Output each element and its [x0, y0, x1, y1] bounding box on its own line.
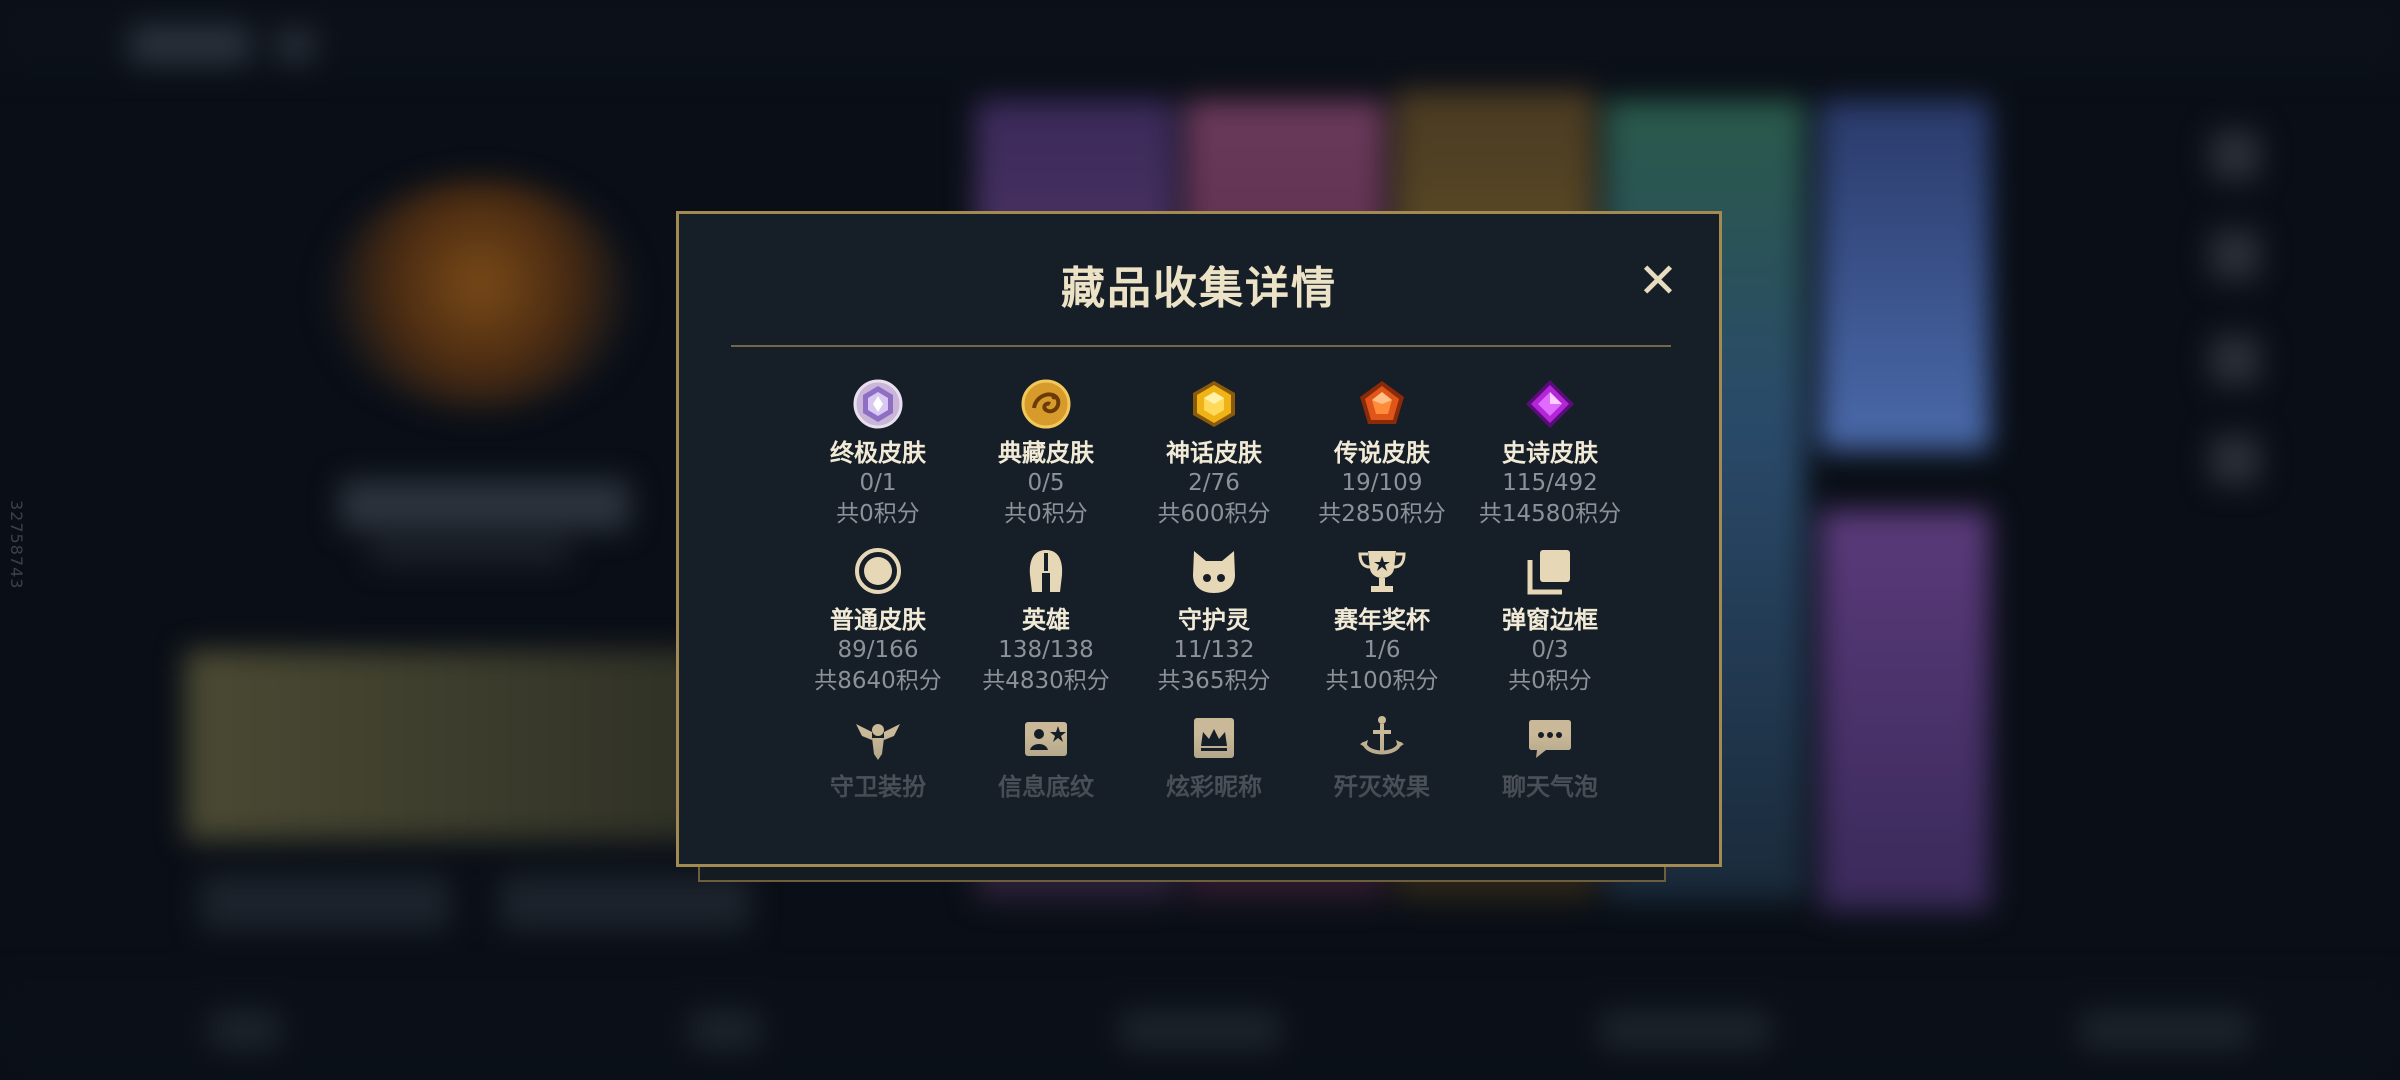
category-prestige-skins[interactable]: 典藏皮肤 0/5 共0积分	[962, 376, 1130, 543]
category-points: 共2850积分	[1318, 501, 1446, 527]
side-menu-icon	[2210, 335, 2260, 385]
top-bar-subtitle	[275, 28, 315, 64]
profile-card	[185, 650, 705, 840]
mythic-gem-icon	[1186, 376, 1242, 432]
frame-icon	[1522, 543, 1578, 599]
category-ultimate-skins[interactable]: 终极皮肤 0/1 共0积分	[794, 376, 962, 543]
category-finishers[interactable]: 歼灭效果	[1298, 710, 1466, 877]
profile-emblem	[330, 180, 630, 410]
close-button[interactable]: ✕	[1633, 256, 1683, 306]
category-count: 11/132	[1173, 637, 1255, 663]
category-epic-skins[interactable]: 史诗皮肤 115/492 共14580积分	[1466, 376, 1634, 543]
collection-grid: 终极皮肤 0/1 共0积分 典藏皮肤 0/5 共0积分 神话皮肤 2/76 共6…	[794, 376, 1634, 877]
profile-name	[340, 480, 630, 530]
top-bar	[0, 0, 2400, 70]
category-points: 共14580积分	[1478, 501, 1622, 527]
category-count: 0/5	[1027, 470, 1065, 496]
category-season-trophies[interactable]: 赛年奖杯 1/6 共100积分	[1298, 543, 1466, 710]
category-name: 守卫装扮	[830, 773, 926, 801]
category-name: 普通皮肤	[830, 606, 926, 634]
collection-details-modal: 藏品收集详情 ✕ 终极皮肤 0/1 共0积分 典藏皮肤 0/5 共0积分 神话皮…	[676, 211, 1722, 867]
bottom-nav-item	[1600, 1010, 1770, 1050]
top-bar-title	[130, 25, 250, 65]
category-little-legends[interactable]: 守护灵 11/132 共365积分	[1130, 543, 1298, 710]
category-legendary-skins[interactable]: 传说皮肤 19/109 共2850积分	[1298, 376, 1466, 543]
category-points: 共365积分	[1157, 668, 1271, 694]
profile-button-2	[500, 875, 750, 930]
category-chat-bubbles[interactable]: 聊天气泡	[1466, 710, 1634, 877]
category-champions[interactable]: 英雄 138/138 共4830积分	[962, 543, 1130, 710]
category-points: 共0积分	[1508, 668, 1592, 694]
category-count: 115/492	[1502, 470, 1598, 496]
chat-bubble-icon	[1522, 710, 1578, 766]
bottom-nav-item	[2080, 1010, 2250, 1050]
category-count: 0/1	[859, 470, 897, 496]
category-name: 传说皮肤	[1334, 439, 1430, 467]
bottom-nav-item	[210, 1010, 280, 1050]
category-name: 史诗皮肤	[1502, 439, 1598, 467]
dragon-medallion-icon	[1018, 376, 1074, 432]
category-points: 共8640积分	[814, 668, 942, 694]
category-count: 0/3	[1531, 637, 1569, 663]
category-points: 共100积分	[1325, 668, 1439, 694]
category-points: 共0积分	[1004, 501, 1088, 527]
modal-title: 藏品收集详情	[1061, 263, 1337, 314]
banner-icon	[1018, 710, 1074, 766]
category-name: 英雄	[1022, 606, 1070, 634]
category-popup-frames[interactable]: 弹窗边框 0/3 共0积分	[1466, 543, 1634, 710]
profile-button-1	[200, 875, 450, 930]
profile-subtext	[370, 540, 570, 564]
category-points: 共0积分	[836, 501, 920, 527]
category-name: 歼灭效果	[1334, 773, 1430, 801]
category-banners[interactable]: 信息底纹	[962, 710, 1130, 877]
bottom-nav-item	[690, 1010, 760, 1050]
category-name: 信息底纹	[998, 773, 1094, 801]
ultimate-gem-icon	[850, 376, 906, 432]
category-count: 2/76	[1188, 470, 1240, 496]
category-count: 89/166	[837, 637, 919, 663]
ward-icon	[850, 710, 906, 766]
trophy-icon	[1354, 543, 1410, 599]
skin-poster	[1820, 100, 1990, 450]
category-name: 炫彩昵称	[1166, 773, 1262, 801]
category-standard-skins[interactable]: 普通皮肤 89/166 共8640积分	[794, 543, 962, 710]
title-divider	[731, 345, 1671, 347]
epic-gem-icon	[1522, 376, 1578, 432]
category-name: 弹窗边框	[1502, 606, 1598, 634]
category-points: 共600积分	[1157, 501, 1271, 527]
category-name: 聊天气泡	[1502, 773, 1598, 801]
category-colorful-nicknames[interactable]: 炫彩昵称	[1130, 710, 1298, 877]
category-name: 终极皮肤	[830, 439, 926, 467]
side-menu-icon	[2210, 130, 2260, 180]
bottom-nav-item	[1120, 1010, 1280, 1050]
category-name: 赛年奖杯	[1334, 606, 1430, 634]
category-count: 1/6	[1363, 637, 1401, 663]
little-legend-icon	[1186, 543, 1242, 599]
skin-poster	[1820, 510, 1990, 910]
side-menu-icon	[2210, 435, 2260, 485]
anchor-finisher-icon	[1354, 710, 1410, 766]
category-count: 138/138	[998, 637, 1094, 663]
category-points: 共4830积分	[982, 668, 1110, 694]
side-menu-icon	[2210, 230, 2260, 280]
category-name: 守护灵	[1178, 606, 1250, 634]
legendary-gem-icon	[1354, 376, 1410, 432]
category-count: 19/109	[1341, 470, 1423, 496]
standard-ring-icon	[850, 543, 906, 599]
helmet-icon	[1018, 543, 1074, 599]
crown-nameplate-icon	[1186, 710, 1242, 766]
side-id-code: 32758743	[7, 500, 26, 590]
category-name: 神话皮肤	[1166, 439, 1262, 467]
category-ward-skins[interactable]: 守卫装扮	[794, 710, 962, 877]
category-mythic-skins[interactable]: 神话皮肤 2/76 共600积分	[1130, 376, 1298, 543]
category-name: 典藏皮肤	[998, 439, 1094, 467]
